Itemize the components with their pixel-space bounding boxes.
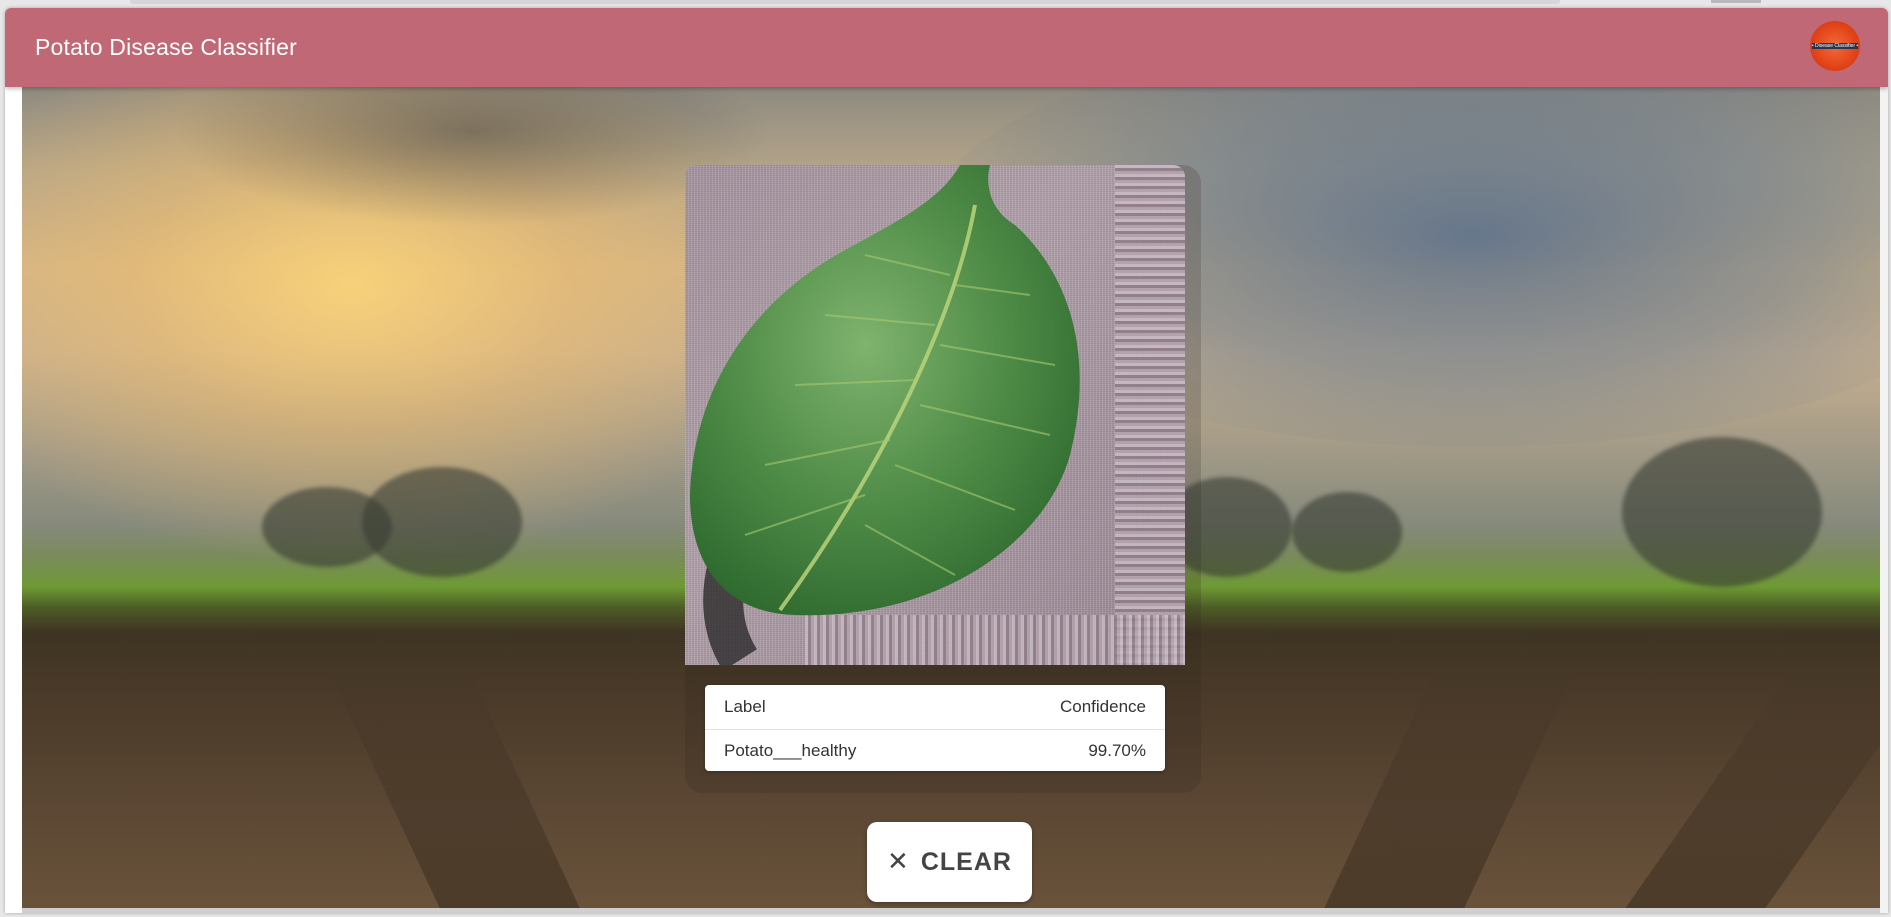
table-header: Label Confidence [705,685,1165,730]
tree [1622,437,1822,587]
tree [1292,492,1402,572]
logo-icon: • Disease Classifier • [1810,21,1860,71]
logo-text: • Disease Classifier • [1811,43,1859,49]
app-title: Potato Disease Classifier [35,34,297,60]
right-scroll-edge [1880,87,1888,913]
soil-furrow [1322,673,1574,913]
table-row: Potato___healthy 99.70% [705,729,1165,771]
prediction-label: Potato___healthy [724,741,857,760]
soil-furrow [330,673,582,913]
clear-label: CLEAR [920,847,1012,876]
leaf-image [690,165,1080,665]
uploaded-image[interactable] [685,165,1185,665]
prediction-confidence: 99.70% [1088,741,1146,760]
soil-furrow [1622,673,1880,913]
prediction-table: Label Confidence Potato___healthy 99.70% [705,685,1165,771]
close-icon: ✕ [887,847,909,877]
label-column-header: Label [724,697,766,716]
top-scroll-track [130,0,1560,4]
app-bar: Potato Disease Classifier • Disease Clas… [5,8,1888,87]
tree [362,467,522,577]
confidence-column-header: Confidence [1059,697,1146,716]
bottom-scrollbar[interactable] [22,908,1880,913]
top-scroll-thumb[interactable] [1711,0,1761,3]
clear-button[interactable]: ✕ CLEAR [867,822,1032,902]
result-card: Label Confidence Potato___healthy 99.70% [685,165,1201,793]
